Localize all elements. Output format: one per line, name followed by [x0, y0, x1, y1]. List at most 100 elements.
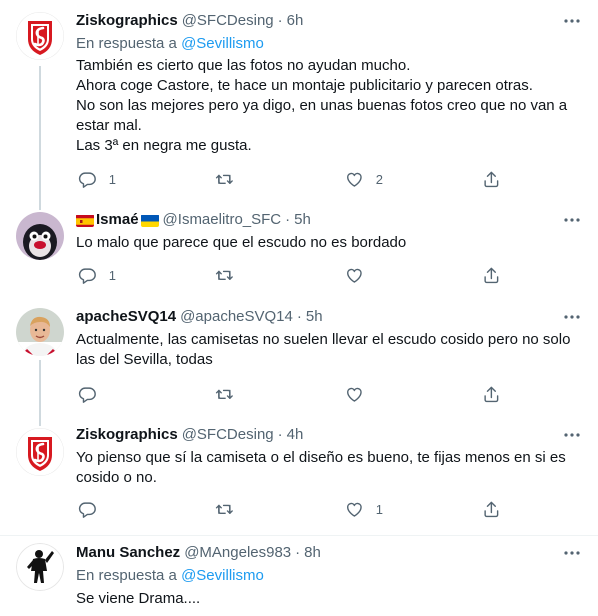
timestamp[interactable]: 8h — [304, 543, 321, 563]
retweet-icon — [215, 270, 233, 280]
more-dots-icon — [564, 433, 580, 437]
like-button[interactable]: 2 — [345, 169, 383, 189]
user-handle[interactable]: @apacheSVQ14 — [180, 307, 293, 327]
avatar[interactable] — [16, 212, 64, 260]
user-handle[interactable]: @Ismaelitro_SFC — [163, 210, 282, 230]
timestamp[interactable]: 4h — [287, 425, 304, 445]
more-dots-icon — [564, 315, 580, 319]
more-options-button[interactable] — [562, 210, 582, 230]
penguin-avatar-icon — [16, 212, 64, 260]
reply-context: En respuesta a @Sevillismo — [76, 34, 264, 54]
tweet[interactable]: Ismaé @Ismaelitro_SFC · 5h Lo malo que p… — [0, 200, 598, 298]
tweet-header: Ziskographics @SFCDesing · 6h — [76, 11, 303, 31]
reply-count: 1 — [108, 171, 116, 187]
reply-mention-link[interactable]: @Sevillismo — [181, 35, 264, 52]
avatar[interactable] — [16, 543, 64, 591]
reply-prefix: En respuesta a — [76, 35, 177, 52]
tweet-header: apacheSVQ14 @apacheSVQ14 · 5h — [76, 307, 323, 327]
like-button[interactable] — [345, 265, 376, 285]
heart-icon — [347, 502, 362, 517]
heart-icon — [347, 268, 362, 283]
share-icon — [484, 501, 499, 517]
retweet-button[interactable] — [215, 499, 246, 519]
sevilla-crest-icon — [16, 12, 64, 60]
tweet[interactable]: Manu Sanchez @MAngeles983 · 8h En respue… — [0, 537, 598, 616]
tweet-header: Ziskographics @SFCDesing · 4h — [76, 425, 303, 445]
display-name[interactable]: Ziskographics — [76, 11, 178, 31]
more-options-button[interactable] — [562, 307, 582, 327]
sevilla-crest-icon — [16, 428, 64, 476]
reply-icon — [78, 172, 96, 188]
display-name[interactable]: Manu Sanchez — [76, 543, 180, 563]
tweet-text: También es cierto que las fotos no ayuda… — [76, 57, 568, 154]
like-button[interactable] — [345, 384, 376, 404]
more-dots-icon — [564, 218, 580, 222]
retweet-button[interactable] — [215, 169, 246, 189]
share-button[interactable] — [482, 499, 501, 519]
ukraine-flag-icon — [140, 214, 159, 227]
thread-line — [39, 360, 41, 420]
separator-dot: · — [277, 426, 283, 443]
tweet-text: Lo malo que parece que el escudo no es b… — [76, 234, 407, 251]
tweet-actions — [72, 384, 502, 404]
retweet-icon — [215, 504, 233, 514]
retweet-icon — [215, 174, 233, 184]
reply-button[interactable]: 1 — [78, 265, 116, 285]
reply-icon — [78, 502, 96, 518]
separator-dot: · — [295, 544, 301, 561]
display-name[interactable]: Ismaé — [96, 210, 139, 230]
reply-count: 1 — [108, 267, 116, 283]
reply-icon — [78, 387, 96, 403]
tweet-actions: 1 — [72, 499, 502, 519]
avatar[interactable] — [16, 308, 64, 356]
separator-dot: · — [277, 12, 283, 29]
reply-button[interactable] — [78, 384, 109, 404]
like-count: 2 — [375, 171, 383, 187]
user-handle[interactable]: @SFCDesing — [182, 11, 274, 31]
retweet-button[interactable] — [215, 265, 246, 285]
share-button[interactable] — [482, 169, 501, 189]
share-button[interactable] — [482, 265, 501, 285]
tweet[interactable]: apacheSVQ14 @apacheSVQ14 · 5h Actualment… — [0, 298, 598, 420]
more-options-button[interactable] — [562, 425, 582, 445]
more-options-button[interactable] — [562, 11, 582, 31]
separator-dot: · — [285, 211, 291, 228]
like-count: 1 — [375, 501, 383, 517]
more-dots-icon — [564, 19, 580, 23]
tweet-header: Manu Sanchez @MAngeles983 · 8h — [76, 543, 321, 563]
display-name[interactable]: apacheSVQ14 — [76, 307, 176, 327]
share-icon — [484, 386, 499, 402]
reply-button[interactable] — [78, 499, 109, 519]
more-dots-icon — [564, 551, 580, 555]
avatar[interactable] — [16, 428, 64, 476]
more-options-button[interactable] — [562, 543, 582, 563]
tweet-text: Actualmente, las camisetas no suelen lle… — [76, 331, 571, 368]
reply-icon — [78, 268, 96, 284]
tweet-actions: 1 — [72, 265, 502, 285]
reply-context: En respuesta a @Sevillismo — [76, 566, 264, 586]
user-handle[interactable]: @SFCDesing — [182, 425, 274, 445]
user-handle[interactable]: @MAngeles983 — [184, 543, 291, 563]
child-photo-avatar-icon — [16, 308, 64, 356]
share-button[interactable] — [482, 384, 501, 404]
timestamp[interactable]: 5h — [306, 307, 323, 327]
share-icon — [484, 267, 499, 283]
display-name[interactable]: Ziskographics — [76, 425, 178, 445]
tweet[interactable]: Ziskographics @SFCDesing · 6h En respues… — [0, 0, 598, 200]
avatar[interactable] — [16, 12, 64, 60]
thread-line — [39, 420, 41, 426]
share-icon — [484, 171, 499, 187]
tweet-text: Yo pienso que sí la camiseta o el diseño… — [76, 449, 566, 486]
reply-mention-link[interactable]: @Sevillismo — [181, 567, 264, 584]
like-button[interactable]: 1 — [345, 499, 383, 519]
tweet[interactable]: Ziskographics @SFCDesing · 4h Yo pienso … — [0, 420, 598, 536]
tweet-header: Ismaé @Ismaelitro_SFC · 5h — [76, 210, 311, 230]
reply-prefix: En respuesta a — [76, 567, 177, 584]
tweet-actions: 1 2 — [72, 169, 502, 189]
timestamp[interactable]: 5h — [294, 210, 311, 230]
reply-button[interactable]: 1 — [78, 169, 116, 189]
tweet-text: Se viene Drama.... — [76, 590, 201, 607]
spain-flag-icon — [76, 214, 94, 227]
timestamp[interactable]: 6h — [287, 11, 304, 31]
retweet-button[interactable] — [215, 384, 246, 404]
